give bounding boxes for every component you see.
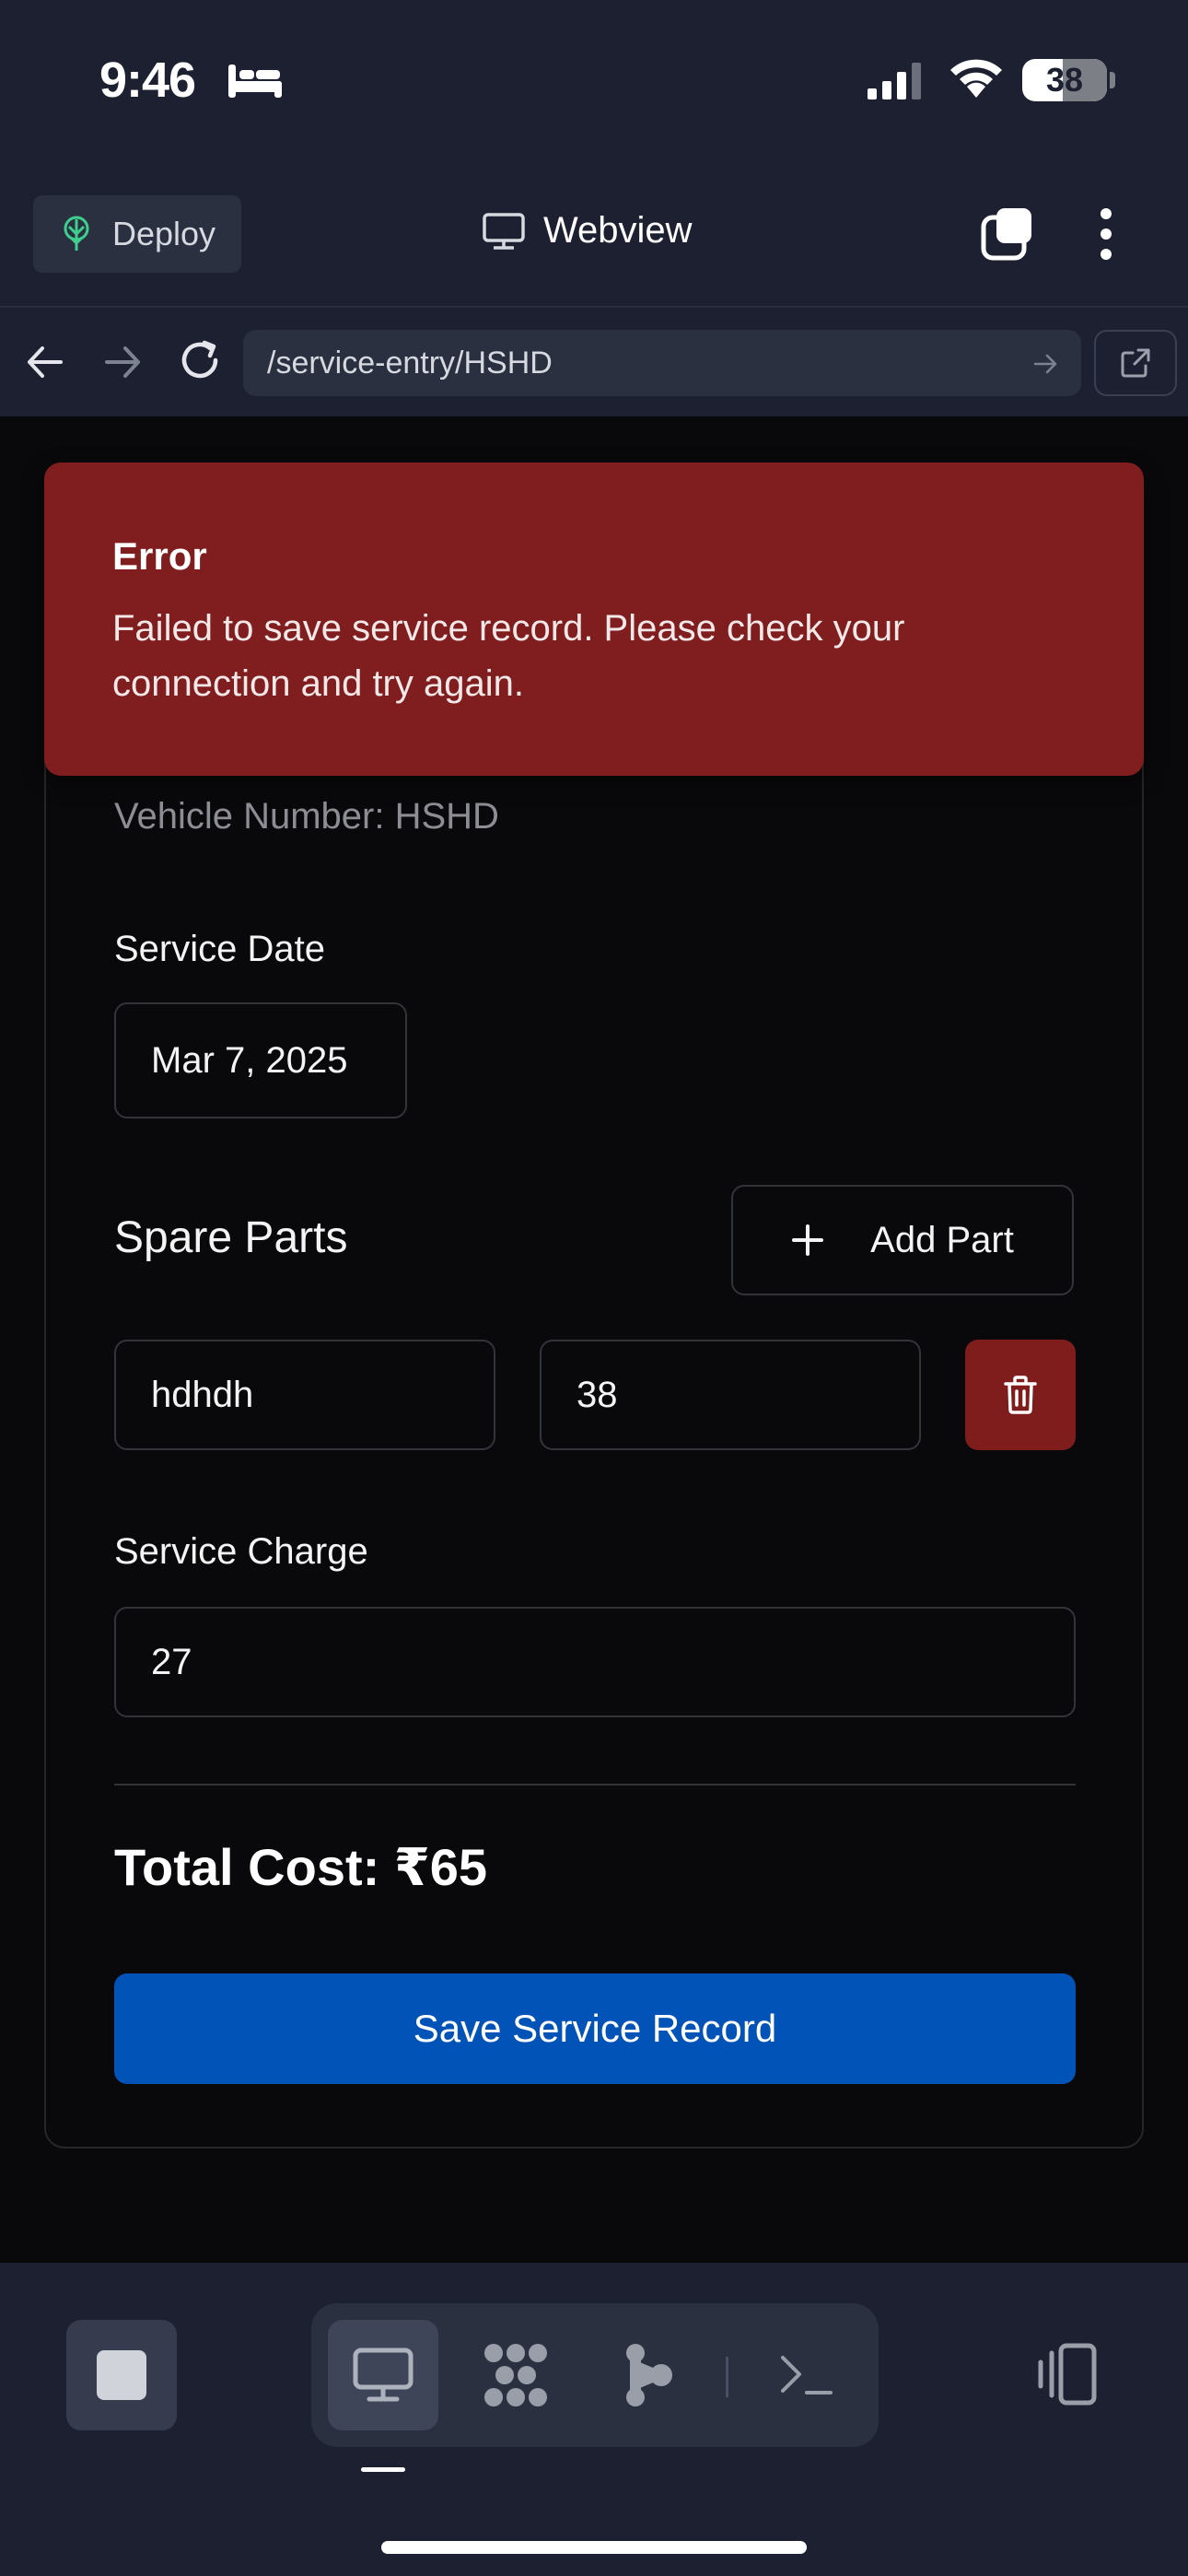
error-message: Failed to save service record. Please ch… <box>112 608 905 704</box>
tab-graph[interactable] <box>593 2320 704 2430</box>
spare-parts-title: Spare Parts <box>114 1213 348 1262</box>
save-service-record-button[interactable]: Save Service Record <box>114 1973 1076 2084</box>
deploy-button[interactable]: Deploy <box>33 195 241 273</box>
service-date-value: Mar 7, 2025 <box>151 1039 348 1081</box>
battery-icon: 38 <box>1022 59 1107 101</box>
forward-arrow-icon[interactable] <box>101 341 144 383</box>
terminal-icon <box>781 2356 833 2395</box>
status-time: 9:46 <box>99 53 196 108</box>
url-text: /service-entry/HSHD <box>267 345 553 381</box>
stop-button[interactable] <box>66 2320 177 2430</box>
back-arrow-icon[interactable] <box>24 341 66 383</box>
service-charge-input[interactable]: 27 <box>114 1607 1076 1717</box>
total-cost: Total Cost: ₹65 <box>114 1838 488 1896</box>
url-input[interactable]: /service-entry/HSHD <box>243 330 1081 396</box>
delete-part-button[interactable] <box>965 1340 1076 1450</box>
active-tab-indicator <box>361 2467 405 2472</box>
add-part-label: Add Part <box>870 1219 1014 1260</box>
app-header: Deploy Webview <box>0 184 1188 304</box>
vehicle-number: Vehicle Number: HSHD <box>114 796 499 837</box>
trash-icon <box>1004 1376 1037 1414</box>
reload-icon[interactable] <box>177 337 223 383</box>
service-date-picker[interactable]: Mar 7, 2025 <box>114 1002 407 1118</box>
add-part-button[interactable]: Add Part <box>731 1185 1074 1295</box>
deploy-label: Deploy <box>112 215 216 252</box>
deploy-icon <box>64 216 89 251</box>
apps-grid-icon <box>484 2344 547 2406</box>
device-rotate-icon[interactable] <box>1031 2336 1098 2414</box>
service-charge-label: Service Charge <box>114 1531 368 1572</box>
status-bar: 9:46 38 <box>0 0 1188 161</box>
tab-webview[interactable] <box>328 2320 438 2430</box>
webview-title: Webview <box>483 210 693 252</box>
part-name-input[interactable]: hdhdh <box>114 1340 495 1450</box>
plus-icon <box>792 1224 824 1256</box>
service-date-label: Service Date <box>114 929 325 969</box>
save-button-label: Save Service Record <box>413 2007 777 2050</box>
tabs-icon[interactable] <box>980 206 1035 262</box>
error-toast[interactable]: Error Failed to save service record. Ple… <box>44 463 1144 776</box>
wifi-icon <box>950 59 1002 98</box>
tab-apps[interactable] <box>460 2320 571 2430</box>
tool-switcher <box>311 2303 879 2447</box>
divider <box>114 1784 1076 1786</box>
webview-title-label: Webview <box>543 210 693 251</box>
service-charge-value: 27 <box>151 1641 192 1682</box>
monitor-icon <box>353 2348 413 2402</box>
more-vertical-icon[interactable] <box>1092 206 1120 262</box>
battery-level: 38 <box>1045 61 1084 99</box>
part-name-value: hdhdh <box>151 1374 254 1415</box>
part-cost-value: 38 <box>577 1374 618 1415</box>
external-link-icon <box>1121 348 1150 378</box>
signal-icon <box>868 63 921 100</box>
bottom-toolbar <box>0 2263 1188 2576</box>
stop-icon <box>97 2350 146 2400</box>
open-external-button[interactable] <box>1094 330 1177 396</box>
tab-terminal[interactable] <box>751 2320 862 2430</box>
url-bar-row: /service-entry/HSHD <box>0 306 1188 416</box>
home-indicator <box>381 2541 807 2554</box>
browser-chrome-top: 9:46 38 Deploy Webview /service-entry/HS… <box>0 0 1188 416</box>
error-title: Error <box>112 534 207 578</box>
monitor-icon <box>483 212 525 250</box>
part-cost-input[interactable]: 38 <box>540 1340 921 1450</box>
graph-icon <box>626 2344 672 2406</box>
go-arrow-icon[interactable] <box>1031 350 1059 378</box>
bed-icon <box>228 64 282 98</box>
